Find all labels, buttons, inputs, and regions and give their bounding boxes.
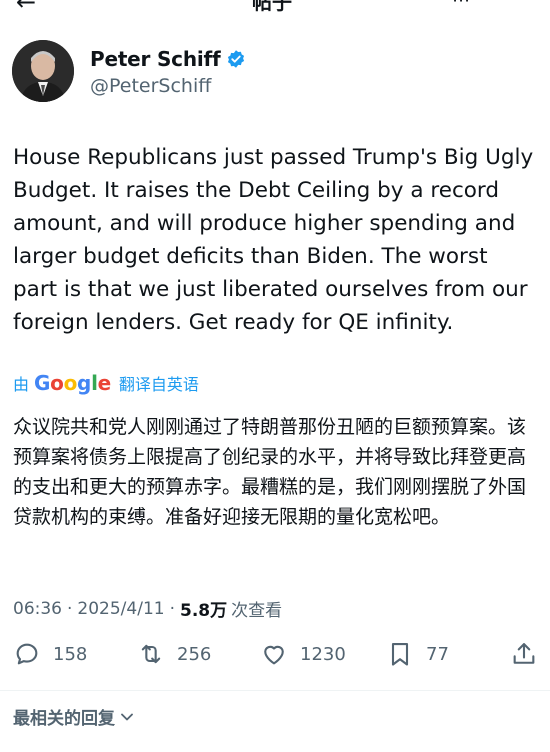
- page-title: 帖子: [252, 0, 292, 14]
- chevron-down-icon: [121, 713, 133, 720]
- author-block: Peter Schiff @PeterSchiff: [12, 40, 532, 104]
- reply-sort-dropdown[interactable]: 最相关的回复: [13, 704, 135, 729]
- translation-by-label: 由: [13, 375, 30, 394]
- translation-source-label: 翻译自英语: [118, 375, 199, 394]
- reply-icon: [16, 643, 38, 665]
- reply-count: 158: [53, 643, 88, 665]
- verified-badge-icon: [227, 50, 244, 68]
- google-logo: Google: [34, 371, 111, 395]
- view-label: 次查看: [231, 601, 283, 621]
- heart-icon: [264, 645, 284, 665]
- tweet-meta: 06:36 · 2025/4/11 · 5.8万 次查看: [13, 596, 283, 622]
- view-count[interactable]: 5.8万: [180, 596, 227, 621]
- top-bar: ← 帖子 ⋯: [0, 0, 550, 14]
- more-icon[interactable]: ⋯: [452, 0, 470, 11]
- retweet-button[interactable]: 256: [137, 640, 211, 668]
- action-bar: 158 256 1230 77: [0, 640, 550, 676]
- translated-text: 众议院共和党人刚刚通过了特朗普那份丑陋的巨额预算案。该预算案将债务上限提高了创纪…: [13, 416, 527, 528]
- retweet-icon: [141, 644, 161, 664]
- bookmark-count: 77: [426, 643, 449, 665]
- meta-separator: ·: [169, 598, 175, 619]
- bookmark-button[interactable]: 77: [386, 640, 449, 668]
- avatar[interactable]: [12, 40, 74, 102]
- back-arrow-icon[interactable]: ←: [16, 0, 36, 14]
- tweet-date[interactable]: 2025/4/11: [77, 599, 164, 619]
- divider: [0, 690, 550, 691]
- like-button[interactable]: 1230: [260, 640, 346, 668]
- author-name[interactable]: Peter Schiff: [90, 47, 221, 71]
- bookmark-icon: [391, 643, 409, 666]
- translation-attribution[interactable]: 由 Google 翻译自英语: [13, 371, 199, 395]
- share-button[interactable]: [510, 640, 538, 668]
- share-icon: [513, 643, 535, 664]
- tweet-time[interactable]: 06:36: [13, 599, 62, 619]
- retweet-count: 256: [177, 643, 212, 665]
- reply-button[interactable]: 158: [13, 640, 87, 668]
- author-handle[interactable]: @PeterSchiff: [90, 75, 211, 97]
- reply-sort-label: 最相关的回复: [13, 709, 115, 729]
- like-count: 1230: [300, 643, 346, 665]
- meta-separator: ·: [67, 598, 73, 619]
- tweet-text: House Republicans just passed Trump's Bi…: [13, 145, 534, 335]
- name-row: Peter Schiff: [90, 47, 246, 71]
